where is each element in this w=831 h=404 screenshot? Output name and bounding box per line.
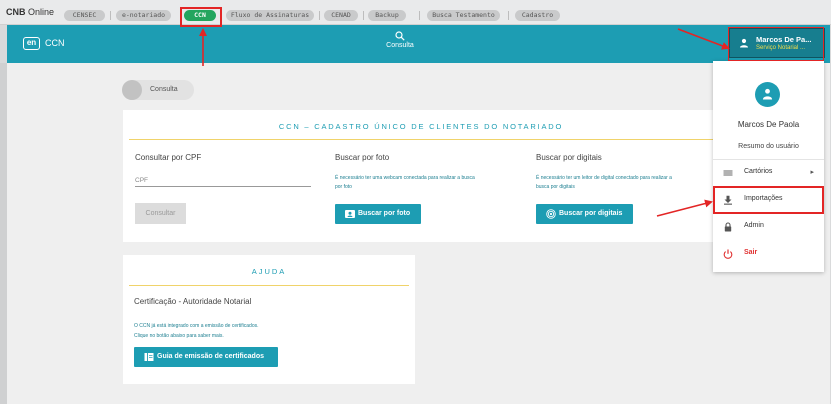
digital-hint: É necessário ter um leitor de digital co… [536, 175, 672, 190]
power-icon [723, 249, 733, 259]
ccn-main-card: CCN – CADASTRO ÚNICO DE CLIENTES DO NOTA… [123, 110, 719, 242]
tab-censec[interactable]: CENSEC [64, 10, 105, 21]
digital-section-title: Buscar por digitais [536, 153, 602, 162]
menu-label-sair: Sair [744, 249, 758, 256]
guia-certificados-label: Guia de emissão de certificados [157, 353, 264, 360]
tab-divider [319, 11, 320, 20]
photo-section-title: Buscar por foto [335, 153, 390, 162]
menu-divider [713, 159, 824, 160]
user-avatar-icon [762, 88, 773, 100]
user-full-name: Marcos De Paola [737, 120, 800, 129]
tab-cenad[interactable]: CENAD [324, 10, 358, 21]
tab-e-notariado[interactable]: e-notariado [116, 10, 171, 21]
importacoes-highlight [713, 186, 824, 214]
app-name[interactable]: CCN [45, 38, 65, 48]
chip-avatar [122, 80, 142, 100]
top-tab-bar: CNB Online CENSEC e-notariado CCN Fluxo … [0, 0, 831, 25]
user-dropdown-menu: Marcos De Paola Resumo do usuário Cartór… [713, 61, 824, 272]
help-title: AJUDA [251, 267, 287, 276]
buscar-por-foto-label: Buscar por foto [358, 210, 411, 217]
book-icon [144, 353, 154, 361]
cpf-input-underline [135, 186, 311, 187]
chevron-right-icon: ▸ [810, 169, 814, 176]
chip-label: Consulta [150, 86, 178, 93]
contact-card-icon [345, 210, 355, 218]
tab-divider [508, 11, 509, 20]
menu-item-admin[interactable]: Admin [713, 215, 824, 239]
tab-divider [363, 11, 364, 20]
ccn-logo-icon[interactable]: en [23, 37, 40, 50]
title-rule [129, 139, 713, 140]
tab-divider [110, 11, 111, 20]
buscar-por-digitais-label: Buscar por digitais [559, 210, 623, 217]
ccn-tab-highlight [180, 7, 222, 27]
help-card: AJUDA Certificação - Autoridade Notarial… [123, 255, 415, 384]
tab-fluxo-de-assinaturas[interactable]: Fluxo de Assinaturas [226, 10, 314, 21]
cpf-input[interactable]: CPF [135, 177, 148, 184]
card-title: CCN – CADASTRO ÚNICO DE CLIENTES DO NOTA… [278, 122, 564, 131]
buscar-por-digitais-button[interactable]: Buscar por digitais [536, 204, 633, 224]
left-rail [0, 63, 7, 404]
tab-divider [419, 11, 420, 20]
user-button-highlight [728, 27, 824, 61]
help-title-rule [129, 285, 409, 286]
search-icon [395, 31, 405, 41]
list-icon [723, 170, 733, 176]
menu-item-cartorios[interactable]: Cartórios ▸ [713, 161, 824, 185]
buscar-por-foto-button[interactable]: Buscar por foto [335, 204, 421, 224]
breadcrumb-chip[interactable]: Consulta [122, 80, 194, 100]
lock-icon [724, 222, 732, 232]
menu-label-cartorios: Cartórios [744, 168, 773, 175]
guia-certificados-button[interactable]: Guia de emissão de certificados [134, 347, 278, 367]
fingerprint-icon [546, 209, 556, 219]
menu-label-admin: Admin [744, 222, 764, 229]
tab-busca-testamento[interactable]: Busca Testamento [427, 10, 500, 21]
brand-logo: CNB Online [6, 7, 55, 17]
menu-item-sair[interactable]: Sair [713, 242, 824, 266]
consultar-button[interactable]: Consultar [135, 203, 186, 224]
app-header: en CCN Consulta Marcos De Pa... Serviço … [7, 25, 830, 63]
tab-cadastro[interactable]: Cadastro [515, 10, 560, 21]
user-summary-link[interactable]: Resumo do usuário [713, 143, 824, 150]
help-hint: O CCN já está integrado com a emissão de… [134, 323, 259, 339]
cpf-section-title: Consultar por CPF [135, 153, 202, 162]
help-subtitle: Certificação - Autoridade Notarial [134, 297, 252, 306]
photo-hint: É necessário ter uma webcam conectada pa… [335, 175, 475, 190]
consulta-nav-label: Consulta [386, 42, 414, 49]
consulta-nav-button[interactable]: Consulta [380, 31, 420, 49]
tab-backup[interactable]: Backup [368, 10, 406, 21]
user-avatar [755, 82, 780, 107]
